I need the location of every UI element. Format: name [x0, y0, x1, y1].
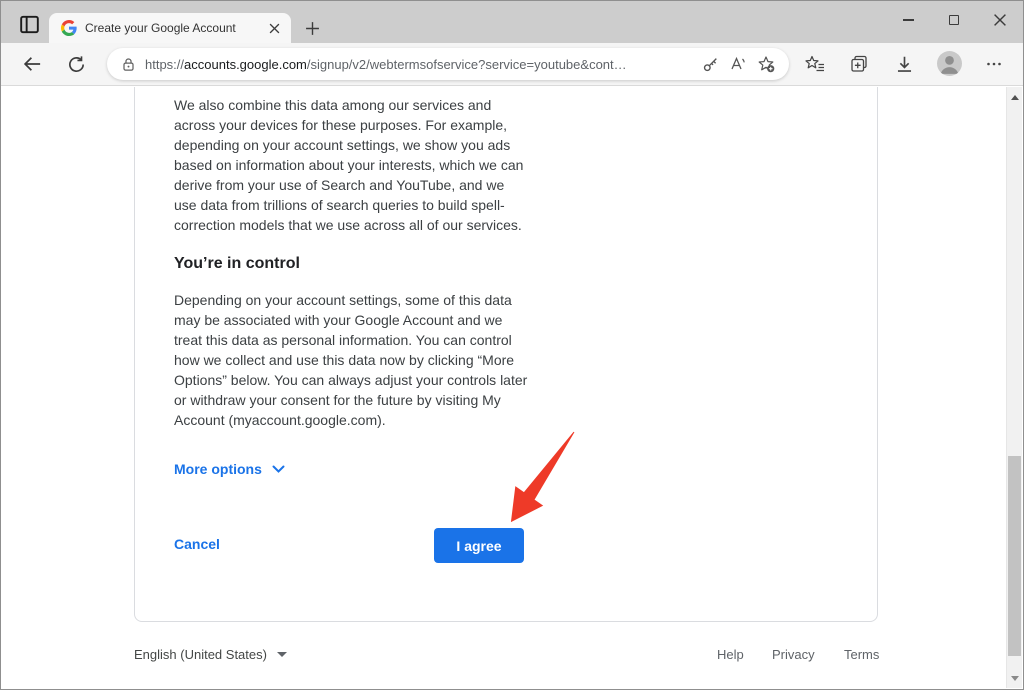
language-selector[interactable]: English (United States) [134, 647, 287, 662]
maximize-icon[interactable] [931, 1, 977, 39]
section-heading: You’re in control [174, 255, 300, 273]
back-icon[interactable] [21, 53, 43, 75]
window-controls [885, 1, 1023, 43]
profile-avatar[interactable] [937, 51, 962, 76]
google-favicon-icon [61, 20, 77, 36]
url-text[interactable]: https://accounts.google.com/signup/v2/we… [145, 57, 693, 72]
terms-paragraph-1: We also combine this data among our serv… [174, 95, 528, 235]
browser-tab-active[interactable]: Create your Google Account [49, 13, 291, 43]
url-scheme: https:// [145, 57, 184, 72]
browser-window: Create your Google Account https://accou… [0, 0, 1024, 690]
vertical-scrollbar[interactable] [1006, 87, 1022, 688]
terms-paragraph-2: Depending on your account settings, some… [174, 290, 528, 430]
more-options-label: More options [174, 461, 262, 477]
refresh-icon[interactable] [65, 53, 87, 75]
collections-icon[interactable] [847, 52, 871, 76]
cancel-link[interactable]: Cancel [174, 536, 220, 552]
tab-title: Create your Google Account [85, 21, 257, 35]
chevron-down-icon [272, 465, 285, 474]
downloads-icon[interactable] [892, 52, 916, 76]
favorites-bar-icon[interactable] [803, 52, 827, 76]
password-key-icon[interactable] [699, 53, 721, 75]
language-label: English (United States) [134, 647, 267, 662]
footer-link-privacy[interactable]: Privacy [772, 647, 815, 662]
footer-link-terms[interactable]: Terms [844, 647, 879, 662]
address-bar[interactable]: https://accounts.google.com/signup/v2/we… [107, 48, 789, 80]
page-content: We also combine this data among our serv… [1, 87, 1023, 689]
tab-actions-menu-icon[interactable] [17, 13, 41, 35]
tab-strip: Create your Google Account [1, 1, 1023, 43]
scrollbar-thumb[interactable] [1008, 456, 1021, 656]
minimize-icon[interactable] [885, 1, 931, 39]
lock-icon[interactable] [117, 53, 139, 75]
more-options-link[interactable]: More options [174, 461, 285, 477]
add-favorite-icon[interactable] [755, 53, 777, 75]
caret-down-icon [277, 652, 287, 657]
read-aloud-icon[interactable] [727, 53, 749, 75]
tab-close-icon[interactable] [265, 19, 283, 37]
window-close-icon[interactable] [977, 1, 1023, 39]
url-host: accounts.google.com [184, 57, 307, 72]
scroll-up-icon[interactable] [1007, 89, 1022, 105]
footer-link-help[interactable]: Help [717, 647, 744, 662]
new-tab-icon[interactable] [300, 17, 324, 39]
i-agree-button[interactable]: I agree [434, 528, 524, 563]
scroll-down-icon[interactable] [1007, 670, 1022, 686]
url-path: /signup/v2/webtermsofservice?service=you… [307, 57, 627, 72]
settings-menu-icon[interactable] [982, 52, 1006, 76]
